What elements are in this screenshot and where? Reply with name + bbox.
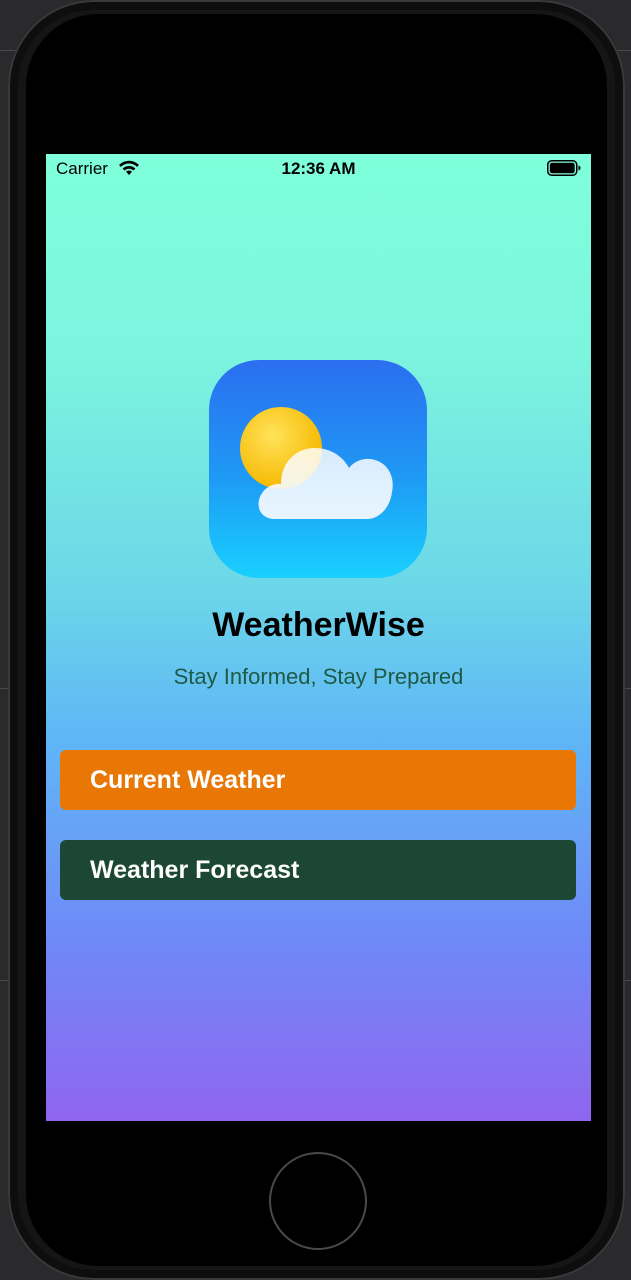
weather-forecast-button[interactable]: Weather Forecast xyxy=(60,840,576,900)
weather-sun-cloud-icon xyxy=(209,360,427,578)
app-title: WeatherWise xyxy=(212,606,425,644)
app-subtitle: Stay Informed, Stay Prepared xyxy=(173,664,464,689)
app-screen: Carrier 12:36 AM WeatherWise Stay Inform… xyxy=(46,154,591,1121)
status-bar: Carrier 12:36 AM xyxy=(46,154,591,184)
status-time: 12:36 AM xyxy=(281,159,356,178)
current-weather-button[interactable]: Current Weather xyxy=(60,750,576,810)
battery-full-icon xyxy=(547,160,581,176)
home-button[interactable] xyxy=(269,1152,367,1250)
